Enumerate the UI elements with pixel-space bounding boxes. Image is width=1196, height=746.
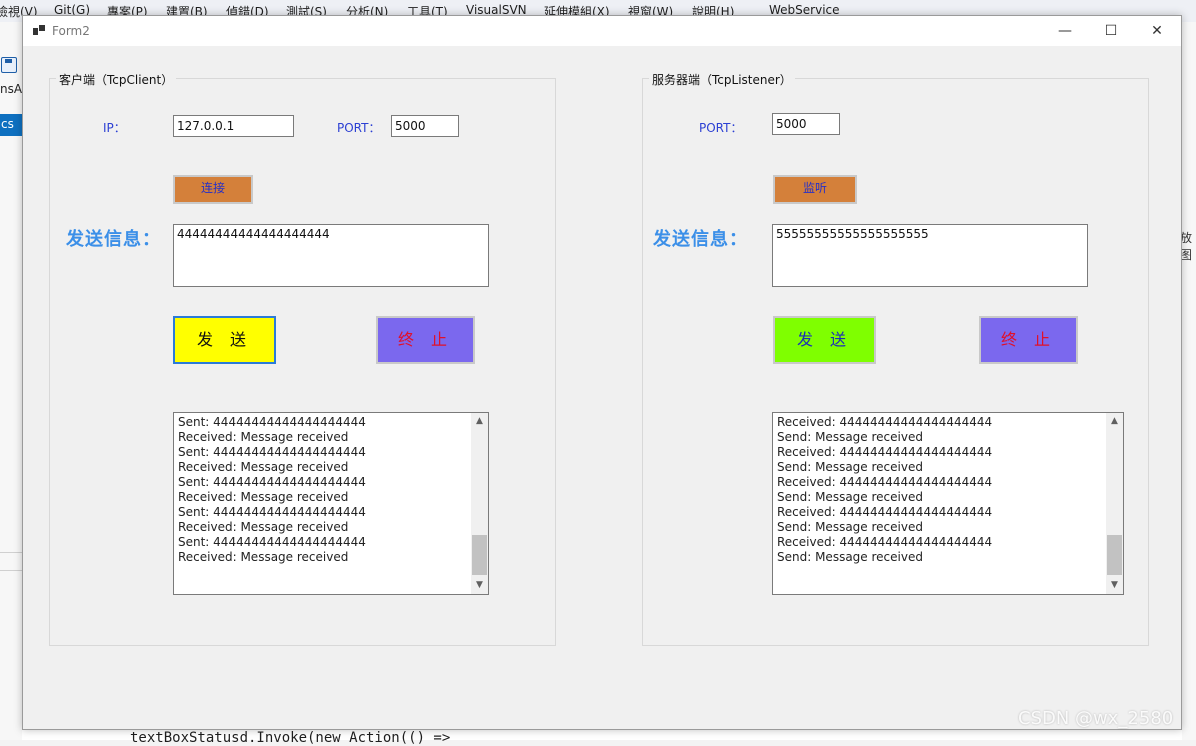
- minimize-button[interactable]: —: [1042, 16, 1088, 46]
- log-line: Received: Message received: [178, 550, 349, 564]
- divider: [0, 570, 22, 571]
- log-line: Send: Message received: [777, 430, 923, 444]
- log-line: Sent: 44444444444444444444: [178, 505, 366, 519]
- watermark: CSDN @wx_2580: [1018, 708, 1174, 729]
- scroll-down-icon[interactable]: ▼: [1106, 577, 1123, 594]
- log-line: Sent: 44444444444444444444: [178, 415, 366, 429]
- app-icon: [33, 25, 45, 35]
- client-port-input[interactable]: [391, 115, 459, 137]
- scroll-thumb[interactable]: [1107, 535, 1122, 575]
- log-line: Sent: 44444444444444444444: [178, 535, 366, 549]
- log-line: Received: 44444444444444444444: [777, 445, 993, 459]
- server-stop-button[interactable]: 终 止: [979, 316, 1078, 364]
- ide-right-label: 放图: [1180, 231, 1193, 262]
- log-line: Received: Message received: [178, 490, 349, 504]
- log-line: Sent: 44444444444444444444: [178, 445, 366, 459]
- ide-left-tab[interactable]: cs: [0, 114, 22, 136]
- ide-left-panel: nsAp cs: [0, 22, 30, 740]
- divider: [0, 552, 22, 553]
- connect-button[interactable]: 连接: [173, 175, 253, 204]
- log-line: Received: Message received: [178, 460, 349, 474]
- ip-label: IP：: [103, 121, 126, 135]
- client-send-button[interactable]: 发 送: [173, 316, 276, 364]
- save-icon[interactable]: [1, 57, 17, 73]
- title-bar[interactable]: Form2 — ☐ ✕: [23, 16, 1181, 46]
- client-log-box[interactable]: Sent: 44444444444444444444 Received: Mess…: [173, 412, 489, 595]
- server-group-title: 服务器端（TcpListener）: [649, 71, 795, 88]
- client-log-scrollbar[interactable]: ▲ ▼: [471, 413, 488, 594]
- ip-input[interactable]: [173, 115, 294, 137]
- scroll-up-icon[interactable]: ▲: [471, 413, 488, 430]
- log-line: Send: Message received: [777, 490, 923, 504]
- maximize-button[interactable]: ☐: [1088, 16, 1134, 46]
- client-stop-button[interactable]: 终 止: [376, 316, 475, 364]
- listen-button[interactable]: 监听: [773, 175, 857, 204]
- server-log-scrollbar[interactable]: ▲ ▼: [1106, 413, 1123, 594]
- log-line: Send: Message received: [777, 460, 923, 474]
- client-port-label: PORT：: [337, 121, 381, 135]
- server-send-info-label: 发送信息：: [653, 229, 748, 250]
- scroll-down-icon[interactable]: ▼: [471, 577, 488, 594]
- server-groupbox: 服务器端（TcpListener） PORT： 监听 发送信息： 5555555…: [642, 71, 1149, 646]
- form2-window: Form2 — ☐ ✕ 客户端（TcpClient） IP： PORT： 连接 …: [22, 15, 1182, 730]
- server-message-input[interactable]: 55555555555555555555: [772, 224, 1088, 287]
- log-line: Received: 44444444444444444444: [777, 475, 993, 489]
- log-line: Received: Message received: [178, 520, 349, 534]
- scroll-thumb[interactable]: [472, 535, 487, 575]
- client-message-input[interactable]: 44444444444444444444: [173, 224, 489, 287]
- window-title: Form2: [52, 24, 90, 38]
- log-line: Received: 44444444444444444444: [777, 415, 993, 429]
- ide-code-line: textBoxStatusd.Invoke(new Action(() =>: [130, 730, 451, 746]
- client-groupbox: 客户端（TcpClient） IP： PORT： 连接 发送信息： 444444…: [49, 71, 556, 646]
- log-line: Received: Message received: [178, 430, 349, 444]
- client-send-info-label: 发送信息：: [66, 229, 161, 250]
- server-port-label: PORT：: [699, 121, 743, 135]
- server-send-button[interactable]: 发 送: [773, 316, 876, 364]
- log-line: Received: 44444444444444444444: [777, 505, 993, 519]
- server-log-box[interactable]: Received: 44444444444444444444 Send: Mess…: [772, 412, 1124, 595]
- server-port-input[interactable]: [772, 113, 840, 135]
- ide-left-tab-label: cs: [1, 117, 14, 131]
- log-line: Send: Message received: [777, 520, 923, 534]
- client-log-lines: Sent: 44444444444444444444 Received: Mess…: [178, 415, 366, 565]
- log-line: Received: 44444444444444444444: [777, 535, 993, 549]
- close-button[interactable]: ✕: [1134, 16, 1180, 46]
- client-group-title: 客户端（TcpClient）: [56, 71, 177, 88]
- ide-right-panel: [1182, 22, 1196, 740]
- server-log-lines: Received: 44444444444444444444 Send: Mess…: [777, 415, 992, 565]
- scroll-up-icon[interactable]: ▲: [1106, 413, 1123, 430]
- log-line: Sent: 44444444444444444444: [178, 475, 366, 489]
- log-line: Send: Message received: [777, 550, 923, 564]
